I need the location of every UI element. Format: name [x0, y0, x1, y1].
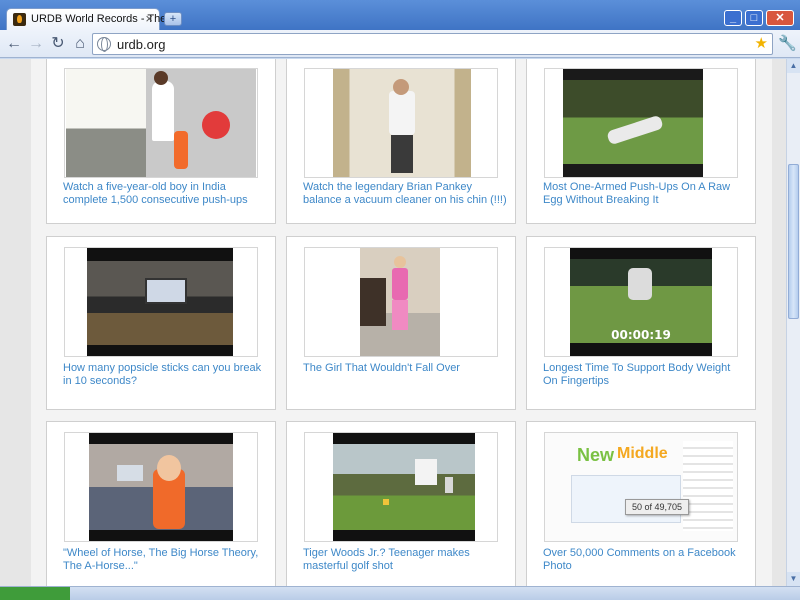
video-card: How many popsicle sticks can you break i… — [46, 236, 276, 410]
vertical-scrollbar[interactable]: ▲ ▼ — [786, 59, 800, 586]
address-bar[interactable]: urdb.org ★ — [92, 33, 773, 55]
scroll-up-icon[interactable]: ▲ — [787, 59, 800, 73]
video-thumbnail[interactable] — [544, 68, 738, 178]
globe-icon — [97, 37, 111, 52]
video-title-link[interactable]: "Wheel of Horse, The Big Horse Theory, T… — [63, 547, 268, 573]
thumb-text-middle: Middle — [617, 445, 668, 462]
video-title-link[interactable]: Watch a five-year-old boy in India compl… — [63, 181, 268, 207]
video-thumbnail[interactable] — [64, 432, 258, 542]
tab-title: URDB World Records - The ... — [31, 13, 179, 25]
browser-tab[interactable]: URDB World Records - The ... × — [6, 8, 179, 30]
video-thumbnail-image — [87, 248, 233, 356]
video-thumbnail-image — [563, 69, 703, 177]
video-thumbnail-image: 00:00:19 — [570, 248, 712, 356]
video-title-link[interactable]: How many popsicle sticks can you break i… — [63, 362, 268, 388]
bookmark-star-icon[interactable]: ★ — [755, 34, 768, 52]
video-card: Tiger Woods Jr.? Teenager makes masterfu… — [286, 421, 516, 586]
video-thumbnail-image — [89, 433, 233, 541]
title-bar: URDB World Records - The ... × + _ □ ✕ — [0, 0, 800, 30]
page-viewport: Watch a five-year-old boy in India compl… — [0, 59, 786, 586]
forward-arrow-icon[interactable]: → — [26, 34, 46, 54]
video-thumbnail[interactable] — [64, 247, 258, 357]
video-title-link[interactable]: Tiger Woods Jr.? Teenager makes masterfu… — [303, 547, 508, 573]
back-arrow-icon[interactable]: ← — [4, 34, 24, 54]
reload-icon[interactable]: ↻ — [48, 34, 68, 54]
status-bar — [0, 586, 800, 600]
video-thumbnail-image: New Middle 50 of 49,705 — [545, 433, 737, 541]
minimize-button[interactable]: _ — [724, 10, 742, 26]
video-thumbnail-image — [360, 248, 440, 356]
comment-count-badge: 50 of 49,705 — [625, 499, 690, 515]
video-card: New Middle 50 of 49,705 Over 50,000 Comm… — [526, 421, 756, 586]
video-card: Watch the legendary Brian Pankey balance… — [286, 59, 516, 224]
video-grid: Watch a five-year-old boy in India compl… — [31, 59, 772, 586]
video-title-link[interactable]: Longest Time To Support Body Weight On F… — [543, 362, 748, 388]
home-icon[interactable]: ⌂ — [70, 34, 90, 54]
video-thumbnail[interactable] — [64, 68, 258, 178]
taskbar-start-strip — [0, 587, 70, 600]
thumb-text-new: New — [577, 445, 615, 465]
maximize-button[interactable]: □ — [745, 10, 763, 26]
video-thumbnail[interactable]: 00:00:19 — [544, 247, 738, 357]
close-window-button[interactable]: ✕ — [766, 10, 794, 26]
video-card: Watch a five-year-old boy in India compl… — [46, 59, 276, 224]
video-thumbnail[interactable]: New Middle 50 of 49,705 — [544, 432, 738, 542]
scrollbar-thumb[interactable] — [788, 164, 799, 319]
video-thumbnail[interactable] — [304, 247, 498, 357]
scroll-down-icon[interactable]: ▼ — [787, 572, 800, 586]
video-thumbnail-image — [333, 69, 471, 177]
video-title-link[interactable]: Over 50,000 Comments on a Facebook Photo — [543, 547, 748, 573]
video-title-link[interactable]: Watch the legendary Brian Pankey balance… — [303, 181, 508, 207]
urdb-favicon-icon — [13, 13, 26, 26]
video-title-link[interactable]: The Girl That Wouldn't Fall Over — [303, 362, 508, 375]
wrench-icon[interactable]: 🔧 — [778, 34, 797, 52]
tab-close-icon[interactable]: × — [145, 11, 153, 26]
video-card: Most One-Armed Push-Ups On A Raw Egg Wit… — [526, 59, 756, 224]
new-tab-button[interactable]: + — [164, 12, 182, 26]
video-card: 00:00:19 Longest Time To Support Body We… — [526, 236, 756, 410]
video-card: "Wheel of Horse, The Big Horse Theory, T… — [46, 421, 276, 586]
video-thumbnail[interactable] — [304, 68, 498, 178]
video-title-link[interactable]: Most One-Armed Push-Ups On A Raw Egg Wit… — [543, 181, 748, 207]
video-timecode: 00:00:19 — [611, 328, 671, 342]
browser-toolbar: ← → ↻ ⌂ urdb.org ★ 🔧 — [0, 30, 800, 58]
url-text[interactable]: urdb.org — [117, 37, 165, 52]
video-thumbnail-image — [66, 69, 256, 177]
video-thumbnail[interactable] — [304, 432, 498, 542]
video-thumbnail-image — [333, 433, 475, 541]
video-card: The Girl That Wouldn't Fall Over — [286, 236, 516, 410]
